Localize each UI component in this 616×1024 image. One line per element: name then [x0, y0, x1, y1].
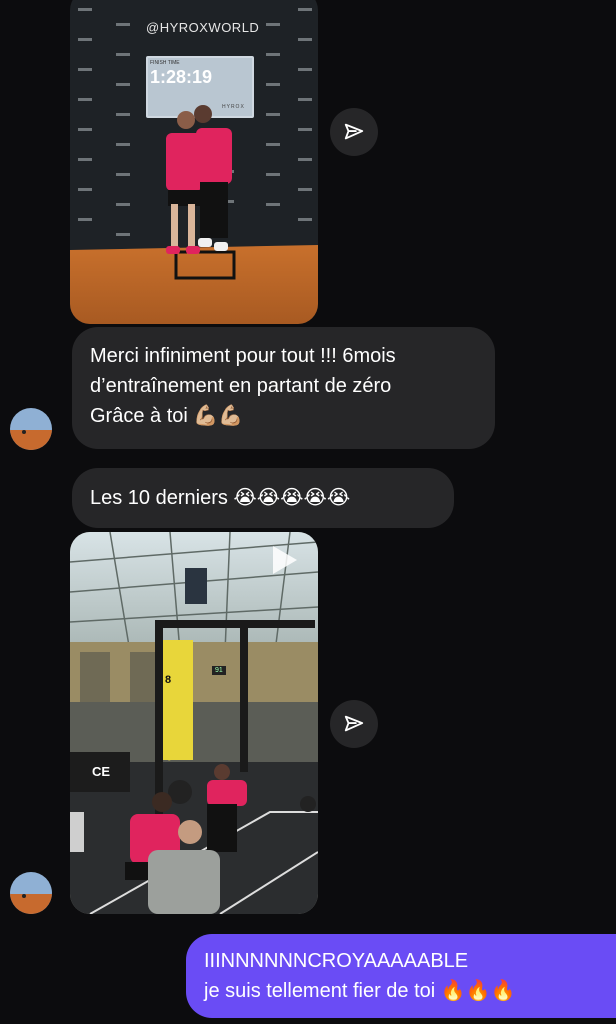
station-number: 8: [165, 674, 172, 686]
message-line: je suis tellement fier de toi 🔥🔥🔥: [204, 980, 516, 1002]
timer-display: 91: [212, 666, 226, 675]
station-label: WALL BALLS: [167, 712, 177, 761]
brand-text: HYROX: [222, 104, 245, 110]
contact-avatar[interactable]: [10, 408, 52, 450]
banner-text: CE: [92, 764, 111, 779]
sent-message-bubble[interactable]: IIINNNNNNCROYAAAAABLE je suis tellement …: [186, 934, 616, 1018]
received-message-bubble[interactable]: Merci infiniment pour tout !!! 6mois d’e…: [72, 327, 495, 449]
message-line: IIINNNNNNCROYAAAAABLE: [204, 950, 469, 972]
share-button-video[interactable]: [330, 700, 378, 748]
finish-label: FINISH TIME: [150, 60, 180, 66]
avatar-image: [10, 408, 52, 450]
message-line: Merci infiniment pour tout !!! 6mois: [90, 345, 396, 367]
contact-avatar[interactable]: [10, 872, 52, 914]
video-message[interactable]: 91 8 WALL BALLS CE: [70, 532, 318, 914]
message-line: d’entraînement en partant de zéro: [90, 375, 392, 397]
handle-text: @HYROXWORLD: [146, 20, 260, 35]
received-message-bubble[interactable]: Les 10 derniers 😭😭😭😭😭: [72, 468, 454, 528]
share-button-photo[interactable]: [330, 108, 378, 156]
send-icon: [344, 715, 364, 732]
message-text: Les 10 derniers 😭😭😭😭😭: [90, 487, 351, 509]
message-line: Grâce à toi 💪🏼💪🏼: [90, 405, 244, 427]
avatar-image: [10, 872, 52, 914]
finish-photo-graphic: [70, 0, 318, 324]
play-icon[interactable]: [273, 546, 297, 574]
video-thumbnail: [70, 532, 318, 914]
finish-photo[interactable]: @HYROXWORLD FINISH TIME 1:28:19 HYROX: [70, 0, 318, 324]
finish-time: 1:28:19: [150, 67, 213, 87]
send-icon: [344, 123, 364, 140]
